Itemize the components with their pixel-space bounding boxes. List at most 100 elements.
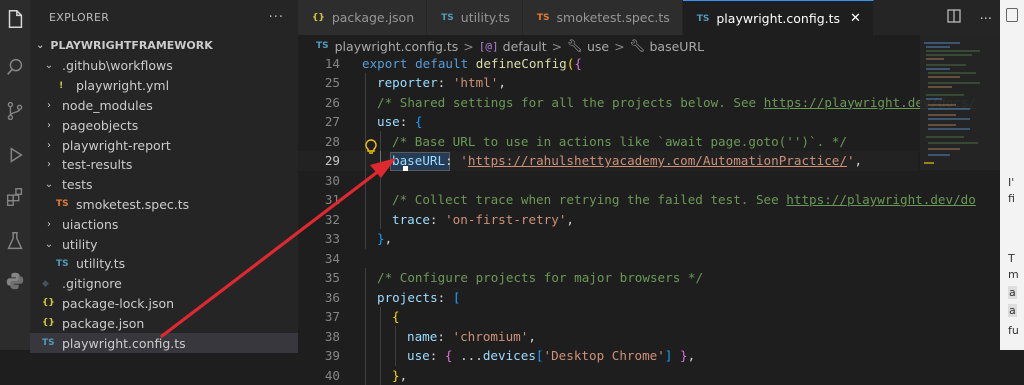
code-text: /* Configure projects for major browsers… (377, 270, 703, 285)
code-token: } (392, 367, 400, 383)
more-actions-icon[interactable]: ··· (269, 10, 284, 25)
code-token: : (445, 153, 461, 168)
code-line[interactable]: 31 /* Collect trace when retrying the fai… (298, 189, 976, 210)
code-text: export default defineConfig({ (362, 56, 582, 71)
chevron-down-icon: ⌄ (44, 238, 54, 250)
panel-chip: a (1008, 304, 1017, 317)
code-token: use (407, 348, 430, 363)
testing-flask-icon[interactable] (4, 230, 26, 252)
tree-item[interactable]: TS smoketest.spec.ts (30, 195, 298, 215)
indent-guide (365, 345, 366, 366)
line-number: 39 (324, 348, 340, 363)
chevron-down-icon: ⌄ (44, 179, 54, 191)
code-line[interactable]: 36 projects: [ (298, 287, 918, 307)
indent-guide (395, 345, 396, 366)
tree-item[interactable]: ⌄ tests (30, 175, 298, 195)
code-token: trace (392, 211, 430, 227)
code-token: : (399, 114, 415, 129)
tree-item-label: utility.ts (76, 256, 126, 272)
breadcrumb-separator: > (614, 38, 625, 54)
tree-item[interactable]: › playwright-report (30, 135, 298, 155)
code-text: /* Shared settings for all the projects … (377, 95, 976, 110)
code-line[interactable]: 37 { (298, 306, 918, 327)
tree-item[interactable]: › pageobjects (30, 115, 298, 135)
split-editor-icon[interactable]: ··· (947, 9, 992, 27)
breadcrumb-use[interactable]: use (587, 39, 609, 54)
run-debug-icon[interactable] (4, 144, 26, 166)
tab-smoketest-spec-ts[interactable]: TS smoketest.spec.ts (522, 0, 683, 35)
line-number: 26 (324, 94, 340, 110)
tab-more-actions-icon[interactable]: ··· (980, 12, 992, 27)
tree-item[interactable]: ◆ .gitignore (30, 274, 298, 294)
tree-item-label: package-lock.json (62, 295, 175, 311)
breadcrumb-file[interactable]: playwright.config.ts (335, 39, 459, 54)
tree-item[interactable]: › uiactions (30, 214, 298, 234)
code-token: : (437, 75, 453, 90)
indent-guide (365, 170, 366, 190)
explorer-files-icon[interactable] (4, 8, 26, 30)
search-icon[interactable] (4, 56, 26, 78)
code-line[interactable]: 40}, (298, 365, 918, 385)
code-text: }, (392, 368, 407, 383)
code-line[interactable]: 30 (298, 170, 918, 190)
code-line[interactable]: 32 trace: 'on-first-retry', (298, 209, 918, 229)
tree-item[interactable]: ! playwright.yml (30, 76, 298, 96)
typescript-file-icon: TS (536, 12, 550, 23)
tab-package-json[interactable]: {} package.json (298, 0, 428, 35)
source-control-icon[interactable] (4, 100, 26, 122)
code-token: export (362, 55, 416, 71)
code-token: 'html' (452, 75, 499, 90)
code-text: /* Collect trace when retrying the faile… (392, 192, 976, 207)
line-number: 25 (324, 75, 340, 90)
tree-item-label: pageobjects (62, 117, 139, 133)
tree-item[interactable]: › node_modules (30, 96, 298, 116)
panel-text: fi (1008, 192, 1015, 205)
python-icon[interactable] (4, 270, 26, 292)
code-token: } (672, 348, 688, 363)
minimap[interactable] (920, 35, 1008, 170)
wrench-icon: 🔧︎ (629, 38, 646, 53)
tab-utility-ts[interactable]: TS utility.ts (427, 0, 523, 35)
side-panel-partial: I' fi T m a a fu (1000, 0, 1024, 350)
tree-item-label: smoketest.spec.ts (76, 196, 190, 212)
tree-item[interactable]: TS utility.ts (30, 254, 298, 274)
code-line[interactable]: 14 export default defineConfig({ (298, 53, 918, 73)
tree-item[interactable]: ⌄ utility (30, 234, 298, 254)
code-line[interactable]: 26 /* Shared settings for all the project… (298, 92, 976, 112)
code-line[interactable]: 29 baseURL: 'https://rahulshettyacademy.c… (298, 150, 918, 171)
code-token: { (414, 114, 423, 129)
code-line[interactable]: 39 use: { ...devices['Desktop Chrome'] }, (298, 345, 918, 366)
tree-item[interactable]: {} package-lock.json (30, 294, 298, 314)
line-number: 35 (324, 270, 340, 285)
indent-guide (380, 306, 381, 327)
code-line[interactable]: 28 /* Base URL to use in actions like `aw… (298, 131, 918, 151)
code-line[interactable]: 25 reporter: 'html', (298, 72, 918, 93)
line-number: 29 (324, 153, 340, 168)
code-line[interactable]: 27 use: { (298, 111, 918, 132)
json-file-icon: {} (312, 12, 325, 23)
close-tab-icon[interactable]: ✕ (850, 11, 861, 26)
indent-guide (365, 326, 366, 346)
code-token: [ (535, 348, 544, 363)
panel-text: fu (1008, 324, 1019, 337)
code-line[interactable]: 33}, (298, 228, 918, 249)
activity-bar (0, 0, 30, 350)
explorer-root-folder[interactable]: ⌄ PLAYWRIGHTFRAMEWORK (30, 34, 298, 56)
code-text: use: { (377, 114, 423, 129)
breadcrumb-default[interactable]: default (503, 39, 547, 54)
tab-bar: {} package.json TS utility.ts TS smoketest.sp… (298, 0, 1024, 36)
code-line[interactable]: 34 (298, 248, 918, 268)
tree-item-label: playwright.yml (76, 78, 170, 94)
chevron-down-icon: ⌄ (36, 39, 45, 51)
code-line[interactable]: 35 /* Configure projects for major browse… (298, 267, 918, 288)
tree-item[interactable]: {} package.json (30, 313, 298, 333)
code-token: /* Collect trace when retrying the faile… (392, 192, 787, 207)
code-line[interactable]: 38 name: 'chromium', (298, 326, 918, 346)
breadcrumb-baseurl[interactable]: baseURL (650, 39, 705, 54)
lightbulb-icon[interactable] (364, 139, 378, 155)
indent-guide (380, 326, 381, 346)
tree-item[interactable]: › test-results (30, 155, 298, 175)
tree-item[interactable]: ⌄ .github\workflows (30, 56, 298, 76)
extensions-icon[interactable] (4, 186, 26, 208)
tab-playwright-config-ts[interactable]: TS playwright.config.ts ✕ (682, 0, 874, 36)
